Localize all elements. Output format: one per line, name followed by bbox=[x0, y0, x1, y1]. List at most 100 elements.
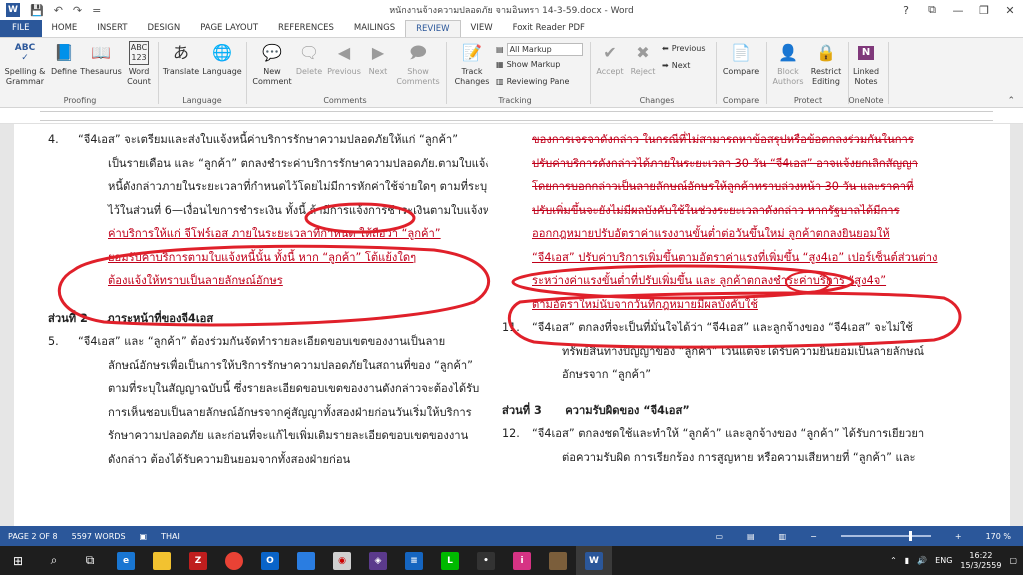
taskbar-app-purple[interactable]: ◈ bbox=[360, 546, 396, 575]
translate-button[interactable]: あ Translate bbox=[162, 41, 200, 77]
ribbon-separator bbox=[766, 42, 767, 104]
taskbar-filezilla[interactable]: Z bbox=[180, 546, 216, 575]
document-area[interactable]: 4. “จี4เอส” จะเตรียมและส่งใบแจ้งหนี้ค่าบร… bbox=[0, 124, 1023, 526]
previous-change-button[interactable]: ⬅ Previous bbox=[662, 44, 706, 53]
taskbar-edge[interactable]: e bbox=[108, 546, 144, 575]
network-icon[interactable]: ▮ bbox=[905, 556, 909, 565]
tab-foxit[interactable]: Foxit Reader PDF bbox=[503, 20, 595, 37]
taskbar-word[interactable]: W bbox=[576, 546, 612, 575]
tab-home[interactable]: HOME bbox=[42, 20, 88, 37]
reviewing-pane-icon: ▥ bbox=[496, 77, 504, 86]
document-line: ปรับเพิ่มขึ้นจะยังไม่มีผลบังคับใช้ในช่วง… bbox=[532, 199, 958, 223]
compare-button[interactable]: 📄 Compare bbox=[720, 41, 762, 77]
close-button[interactable]: ✕ bbox=[997, 0, 1023, 20]
group-onenote: OneNote bbox=[848, 96, 884, 105]
tray-up-icon[interactable]: ⌃ bbox=[890, 556, 897, 565]
new-comment-button[interactable]: 💬 New Comment bbox=[250, 41, 294, 87]
input-language[interactable]: ENG bbox=[935, 556, 952, 565]
track-changes-button[interactable]: 📝 Track Changes bbox=[450, 41, 494, 87]
task-view-icon: ⧉ bbox=[85, 553, 95, 567]
save-icon[interactable]: 💾 bbox=[30, 4, 44, 17]
block-authors-button[interactable]: 👤 Block Authors bbox=[770, 41, 806, 87]
previous-comment-icon: ◀ bbox=[337, 43, 351, 62]
tab-file[interactable]: FILE bbox=[0, 20, 42, 37]
taskbar-line[interactable]: L bbox=[432, 546, 468, 575]
language-button[interactable]: 🌐 Language bbox=[200, 41, 244, 77]
spelling-button[interactable]: ABC ✓ Spelling & Grammar bbox=[4, 41, 46, 87]
taskbar-app-red[interactable]: ◉ bbox=[324, 546, 360, 575]
reviewing-pane-dropdown[interactable]: ▥ Reviewing Pane bbox=[496, 77, 569, 86]
word-count-button[interactable]: ABC 123 Word Count bbox=[124, 41, 154, 87]
tab-review[interactable]: REVIEW bbox=[405, 20, 461, 37]
accept-button[interactable]: ✔ Accept bbox=[594, 41, 626, 77]
tab-design[interactable]: DESIGN bbox=[137, 20, 190, 37]
horizontal-ruler[interactable] bbox=[0, 108, 1023, 124]
language-indicator[interactable]: THAI bbox=[161, 532, 180, 541]
show-comments-button[interactable]: 🗩 Show Comments bbox=[395, 41, 441, 87]
proofing-icon[interactable]: ▣ bbox=[140, 532, 148, 541]
taskbar-outlook[interactable]: O bbox=[252, 546, 288, 575]
line-text: “จี4เอส” และ “ลูกค้า” ต้องร่วมกันจัดทำรา… bbox=[78, 335, 446, 348]
restrict-editing-button[interactable]: 🔒 Restrict Editing bbox=[806, 41, 846, 87]
book-icon: 📘 bbox=[54, 43, 74, 62]
previous-change-icon: ⬅ bbox=[662, 44, 669, 53]
word-count[interactable]: 5597 WORDS bbox=[72, 532, 126, 541]
document-line: เป็นรายเดือน และ “ลูกค้า” ตกลงชำระค่าบริ… bbox=[48, 152, 488, 176]
clock[interactable]: 16:22 15/3/2559 bbox=[960, 551, 1001, 571]
taskbar-explorer[interactable] bbox=[144, 546, 180, 575]
zoom-in-button[interactable]: + bbox=[955, 532, 962, 541]
read-mode-icon[interactable]: ▭ bbox=[715, 532, 723, 541]
print-layout-icon[interactable]: ▤ bbox=[747, 532, 755, 541]
next-change-button[interactable]: ➡ Next bbox=[662, 61, 690, 70]
help-button[interactable]: ? bbox=[893, 0, 919, 20]
undo-icon[interactable]: ↶ bbox=[54, 4, 63, 17]
taskbar-chrome[interactable] bbox=[216, 546, 252, 575]
tab-insert[interactable]: INSERT bbox=[87, 20, 137, 37]
right-column: ของการเจรจาดังกล่าว ในกรณีที่ไม่สามารถหา… bbox=[502, 128, 958, 469]
zoom-out-button[interactable]: − bbox=[810, 532, 817, 541]
ribbon-display-icon[interactable]: ⧉ bbox=[919, 0, 945, 20]
taskbar-app-pink[interactable]: i bbox=[504, 546, 540, 575]
zoom-level[interactable]: 170 % bbox=[986, 532, 1011, 541]
define-button[interactable]: 📘 Define bbox=[50, 41, 78, 77]
markup-dropdown[interactable]: ▤ All Markup bbox=[496, 43, 583, 56]
redo-icon[interactable]: ↷ bbox=[73, 4, 82, 17]
next-comment-button[interactable]: ▶ Next bbox=[364, 41, 392, 77]
document-line: หนี้ดังกล่าวภายในระยะเวลาที่กำหนดไว้โดยไ… bbox=[48, 175, 488, 199]
document-line: โดยการบอกกล่าวเป็นลายลักษณ์อักษรให้ลูกค้… bbox=[532, 175, 958, 199]
customize-qat-icon[interactable]: = bbox=[92, 4, 101, 17]
linked-notes-button[interactable]: N Linked Notes bbox=[850, 41, 882, 87]
delete-comment-button[interactable]: 🗨 Delete bbox=[294, 41, 324, 77]
line-text: ไว้ในส่วนที่ 6—เงื่อนไขการชำระเงิน ทั้งน… bbox=[108, 203, 488, 217]
tab-page-layout[interactable]: PAGE LAYOUT bbox=[190, 20, 268, 37]
taskbar-app-blue2[interactable]: ≡ bbox=[396, 546, 432, 575]
line-text: การเห็นชอบเป็นลายลักษณ์อักษรจากคู่สัญญาท… bbox=[108, 405, 472, 419]
notifications-icon[interactable]: ▢ bbox=[1009, 556, 1017, 565]
web-layout-icon[interactable]: ▥ bbox=[779, 532, 787, 541]
document-line: การเห็นชอบเป็นลายลักษณ์อักษรจากคู่สัญญาท… bbox=[48, 401, 488, 425]
app-icon bbox=[549, 551, 567, 570]
show-markup-dropdown[interactable]: ▦ Show Markup bbox=[496, 60, 560, 69]
document-line: 11. “จี4เอส” ตกลงที่จะเป็นที่มั่นใจได้ว่า… bbox=[502, 316, 958, 340]
tab-mailings[interactable]: MAILINGS bbox=[344, 20, 405, 37]
zoom-slider[interactable] bbox=[840, 531, 931, 541]
document-line: 4. “จี4เอส” จะเตรียมและส่งใบแจ้งหนี้ค่าบร… bbox=[48, 128, 488, 152]
restore-button[interactable]: ❐ bbox=[971, 0, 997, 20]
search-button[interactable]: ⌕ bbox=[36, 546, 72, 575]
taskbar-app-blue[interactable] bbox=[288, 546, 324, 575]
document-page[interactable]: 4. “จี4เอส” จะเตรียมและส่งใบแจ้งหนี้ค่าบร… bbox=[14, 124, 1010, 526]
task-view-button[interactable]: ⧉ bbox=[72, 546, 108, 575]
volume-icon[interactable]: 🔊 bbox=[917, 556, 927, 565]
line-text: ของการเจรจาดังกล่าว ในกรณีที่ไม่สามารถหา… bbox=[532, 133, 914, 146]
tab-references[interactable]: REFERENCES bbox=[268, 20, 344, 37]
start-button[interactable]: ⊞ bbox=[0, 546, 36, 575]
taskbar-app-orange[interactable]: • bbox=[468, 546, 504, 575]
taskbar-app-image[interactable] bbox=[540, 546, 576, 575]
page-indicator[interactable]: PAGE 2 OF 8 bbox=[8, 532, 58, 541]
reject-button[interactable]: ✖ Reject bbox=[627, 41, 659, 77]
previous-comment-button[interactable]: ◀ Previous bbox=[325, 41, 363, 77]
tab-view[interactable]: VIEW bbox=[461, 20, 503, 37]
minimize-button[interactable]: — bbox=[945, 0, 971, 20]
collapse-ribbon-icon[interactable]: ⌃ bbox=[1007, 96, 1015, 106]
thesaurus-button[interactable]: 📖 Thesaurus bbox=[80, 41, 122, 77]
